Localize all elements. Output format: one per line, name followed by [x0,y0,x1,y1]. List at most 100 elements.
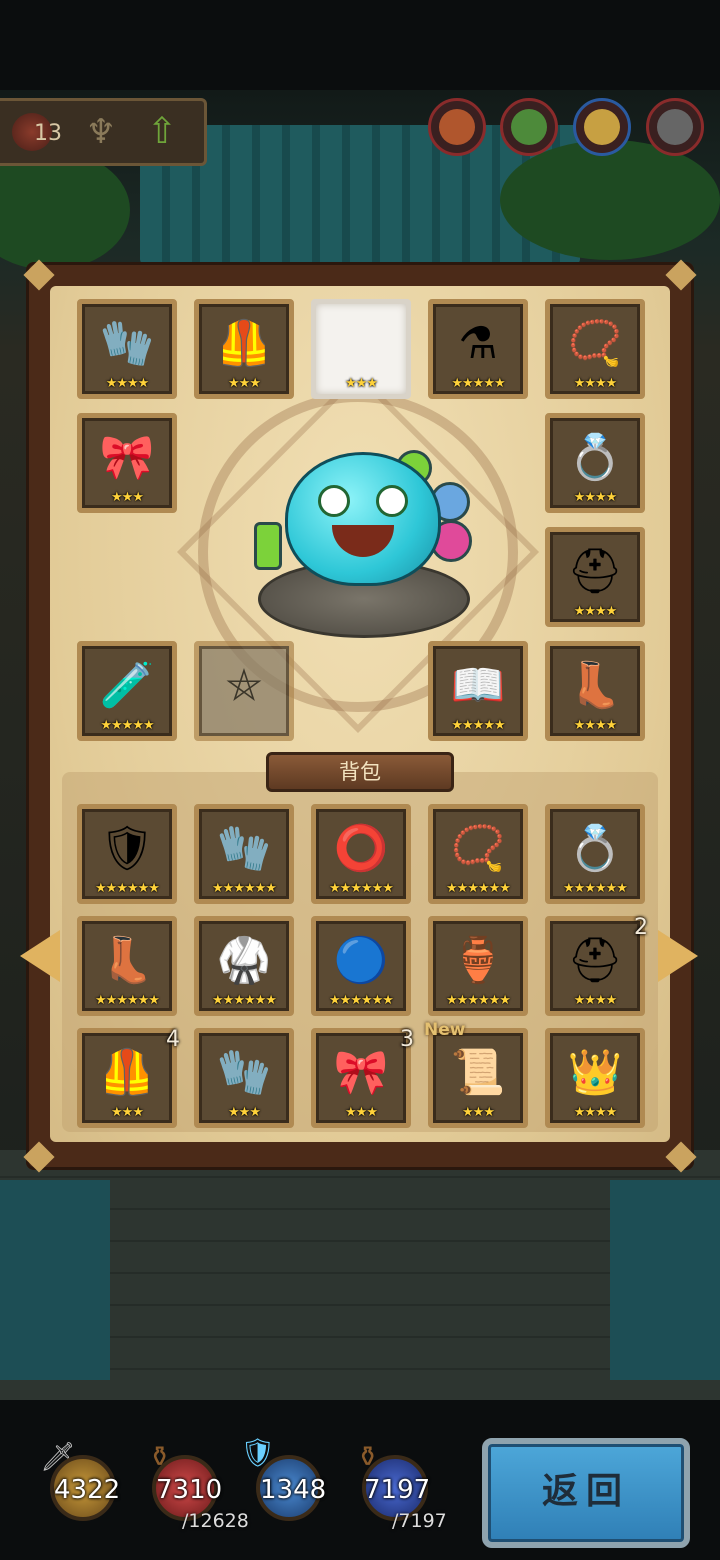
equipped-slot-cauldron[interactable]: ⚗ ★★★★★ [428,299,528,399]
bag-slot-blue-orb[interactable]: 🔵 ★★★★★★ [311,916,411,1016]
belt-icon: 🎀 [333,1046,389,1098]
star-rating: ★★★★ [573,376,618,391]
dark-knight-portrait[interactable] [646,98,704,156]
bag-slot-red-armor[interactable]: 🦺 ★★★ 4 [77,1027,180,1128]
bag-slot-belt[interactable]: 🎀 ★★★ 3 [311,1027,414,1128]
star-rating: ★★★★ [573,604,618,619]
level-panel[interactable]: 13 ♆ ⇧ [0,98,207,166]
bag-slot-teal-armor[interactable]: 🥋 ★★★★★★ [194,916,294,1016]
goblin-portrait[interactable] [500,98,558,156]
equipped-slot-ghost-slot[interactable]: ⛤ [194,641,294,741]
equipped-slot-necklace[interactable]: 📿 ★★★★ [545,299,645,399]
equipped-slot-helmet[interactable]: ⛑ ★★★★ [545,527,645,627]
item-count: 3 [400,1027,414,1052]
prev-page-arrow[interactable] [20,930,60,982]
star-rating: ★★★★★ [451,718,505,733]
gold-crown-helm-icon: 👑 [567,1046,623,1098]
flower-necklace-icon: 📿 [450,822,506,874]
eye-icon [376,485,408,517]
equipped-slot-book[interactable]: 📖 ★★★★★ [428,641,528,741]
star-rating: ★★★★★ [100,718,154,733]
equipped-slot-boots[interactable]: 👢 ★★★★ [545,641,645,741]
star-rating: ★★★★★★ [563,881,628,896]
item-count: 2 [634,915,648,940]
item-count: 4 [166,1027,180,1052]
star-rating: ★★★★★★ [212,881,277,896]
equipped-slot-belt[interactable]: 🎀 ★★★ [77,413,177,513]
star-rating: ★★★ [111,490,144,505]
helmet-icon: ⛑ [567,545,623,597]
teal-armor-icon: 🥋 [216,934,272,986]
star-rating: ★★★★★★ [446,881,511,896]
star-rating: ★★★ [228,376,261,391]
star-rating: ★★★★★ [451,376,505,391]
star-rating: ★★★★★★ [212,993,277,1008]
attack-value: 4322 [54,1475,121,1505]
equipped-slot-ring[interactable]: 💍 ★★★★ [545,413,645,513]
bag-slot-blue-ring[interactable]: 💍 ★★★★★★ [545,804,645,904]
bag-slot-gold-armor[interactable]: 🏺 ★★★★★★ [428,916,528,1016]
new-badge: New [424,1020,466,1040]
bracer-icon: 🧤 [216,1046,272,1098]
test-tube-icon [254,522,282,570]
gold-gauntlet-icon: 🧤 [216,822,272,874]
scroll-rune-icon: 📜 [450,1046,506,1098]
belt-icon: 🎀 [99,431,155,483]
defense-value: 1348 [260,1475,327,1505]
slime-alchemist-hero[interactable] [285,452,441,586]
eye-icon [318,485,350,517]
armor-icon: 🦺 [216,317,272,369]
red-armor-icon: 🦺 [99,1046,155,1098]
star-rating: ★★★ [345,1105,378,1120]
hp-max: /12628 [182,1510,249,1532]
bag-slot-scroll-rune[interactable]: 📜 ★★★ [428,1028,528,1128]
red-helmet-icon: ⛑ [567,934,623,986]
equipped-slot-empty[interactable]: ★★★ [311,299,411,399]
mp-max: /7197 [392,1510,447,1532]
star-rating: ★★★ [228,1105,261,1120]
bag-slot-gold-crown-helm[interactable]: 👑 ★★★★ [545,1028,645,1128]
star-rating: ★★★★★★ [446,993,511,1008]
blue-ring-icon: 💍 [567,822,623,874]
bag-slot-bracer[interactable]: 🧤 ★★★ [194,1028,294,1128]
cauldron-icon: ⚗ [458,317,498,369]
star-rating: ★★★★★★ [329,881,394,896]
hero-portrait[interactable] [573,98,631,156]
bag-slot-red-helmet[interactable]: ⛑ ★★★★ 2 [545,915,648,1016]
courtyard-wall-left [0,1180,110,1380]
bag-slot-red-boots[interactable]: 👢 ★★★★★★ [77,916,177,1016]
star-rating: ★★★★ [573,993,618,1008]
star-rating: ★★★★★★ [95,881,160,896]
star-rating: ★★★ [462,1105,495,1120]
blue-orb-icon: 🔵 [333,934,389,986]
pine-tree [500,140,720,260]
equipped-slot-bracer[interactable]: 🧤 ★★★★ [77,299,177,399]
back-button[interactable]: 返回 [482,1438,690,1548]
level-number: 13 [34,121,62,146]
equipped-slot-armor[interactable]: 🦺 ★★★ [194,299,294,399]
red-boots-icon: 👢 [99,934,155,986]
courtyard-wall-right [610,1180,720,1380]
book-icon: 📖 [450,659,506,711]
star-rating: ★★★★★★ [95,993,160,1008]
gold-armor-icon: 🏺 [450,934,506,986]
bag-slot-gold-gauntlet[interactable]: 🧤 ★★★★★★ [194,804,294,904]
star-rating: ★★★★ [573,1105,618,1120]
bag-slot-silver-armor[interactable]: 🛡 ★★★★★★ [77,804,177,904]
potion-stand-icon: 🧪 [99,659,155,711]
ghost-slot-icon: ⛤ [226,659,262,711]
character-portrait[interactable] [428,98,486,156]
green-belt-icon: ⭕ [333,822,389,874]
boots-icon: 👢 [567,659,623,711]
next-page-arrow[interactable] [658,930,698,982]
bracer-icon: 🧤 [99,317,155,369]
equipped-slot-potion-stand[interactable]: 🧪 ★★★★★ [77,641,177,741]
totem-icon: ♆ [85,112,117,152]
star-rating: ★★★★ [573,490,618,505]
bag-slot-flower-necklace[interactable]: 📿 ★★★★★★ [428,804,528,904]
upgrade-arrow-icon[interactable]: ⇧ [142,111,182,153]
hp-value: 7310 [156,1475,223,1505]
star-rating: ★★★ [345,376,378,391]
bag-slot-green-belt[interactable]: ⭕ ★★★★★★ [311,804,411,904]
bag-title: 背包 [266,752,454,792]
